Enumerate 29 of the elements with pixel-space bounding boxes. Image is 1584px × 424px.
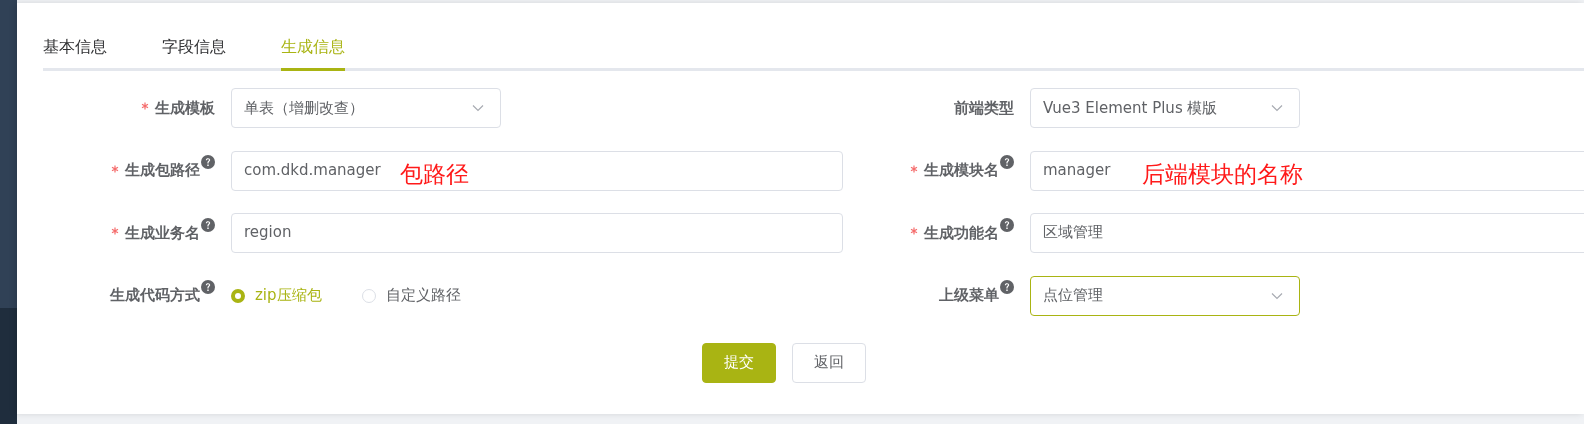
field-label: 生成模块名	[924, 161, 999, 180]
chevron-down-icon	[1271, 291, 1283, 300]
field-label: 生成功能名	[924, 223, 999, 243]
field-label: 上级菜单	[939, 286, 999, 305]
tab[interactable]: 字段信息	[162, 33, 226, 68]
field-label: 生成模板	[155, 98, 215, 118]
field-label: 生成代码方式	[110, 286, 200, 305]
chevron-down-icon	[1271, 104, 1283, 112]
help-icon[interactable]	[201, 280, 215, 294]
radio-button[interactable]	[231, 288, 245, 303]
field-label: 前端类型	[954, 98, 1014, 118]
help-icon[interactable]	[1000, 280, 1014, 294]
field-label: 生成包路径	[125, 161, 200, 180]
help-icon[interactable]	[1000, 217, 1014, 232]
help-icon[interactable]	[201, 155, 215, 169]
annotation-text: 包路径	[400, 159, 469, 189]
help-icon[interactable]	[1000, 155, 1014, 169]
annotation-text: 后端模块的名称	[1142, 159, 1303, 189]
help-icon[interactable]	[201, 217, 215, 232]
select-field[interactable]: 单表（增删改查）	[231, 88, 501, 128]
input-field[interactable]: region	[231, 213, 843, 253]
input-field[interactable]: 区域管理	[1030, 213, 1584, 253]
back-button[interactable]: 返回	[792, 342, 866, 383]
select-field[interactable]: Vue3 Element Plus 模版	[1030, 88, 1300, 128]
tab[interactable]: 基本信息	[43, 33, 107, 68]
chevron-down-icon	[472, 104, 484, 112]
field-label: 生成业务名	[125, 223, 200, 243]
radio-label[interactable]: 自定义路径	[385, 286, 461, 305]
select-field[interactable]: 点位管理	[1030, 275, 1300, 316]
